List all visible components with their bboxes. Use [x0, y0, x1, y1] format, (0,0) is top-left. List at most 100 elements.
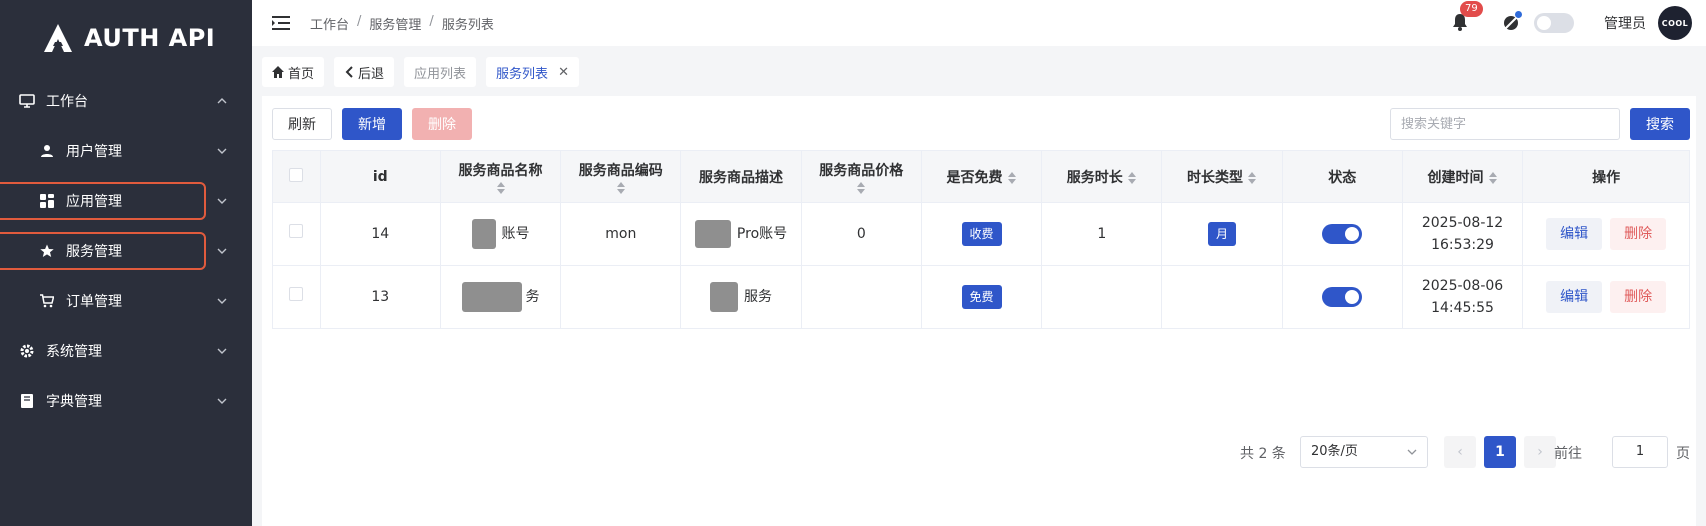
admin-name[interactable]: 管理员 — [1604, 13, 1646, 33]
notification-button[interactable]: 79 — [1452, 1, 1483, 33]
close-icon[interactable]: ✕ — [558, 65, 569, 80]
sidebar-item-apps[interactable]: 应用管理 — [0, 176, 252, 226]
status-switch[interactable] — [1322, 224, 1363, 244]
column-header: 服务商品描述 — [680, 150, 802, 203]
sort-icon[interactable] — [1007, 171, 1017, 184]
edit-button[interactable]: 编辑 — [1546, 218, 1603, 250]
column-header[interactable]: 创建时间 — [1401, 150, 1524, 203]
column-header[interactable]: 服务商品编码 — [560, 150, 682, 203]
redacted-block — [471, 219, 496, 249]
sort-icon[interactable] — [496, 181, 506, 194]
home-icon — [272, 66, 284, 78]
cell-price: 0 — [800, 202, 922, 266]
theme-toggle[interactable] — [1534, 13, 1574, 33]
delete-button[interactable]: 删除 — [1610, 281, 1667, 313]
tab-home[interactable]: 首页 — [262, 57, 325, 87]
next-page-button[interactable]: › — [1524, 436, 1556, 468]
table-row: 13 务 服务 免费 2025-08-06 14:45:55 编辑 删除 — [272, 265, 1690, 329]
chevron-down-icon — [1407, 449, 1417, 455]
cell-id: 13 — [319, 265, 441, 329]
tab-back[interactable]: 后退 — [334, 57, 395, 87]
sidebar-item-services[interactable]: 服务管理 — [0, 226, 252, 276]
cell-desc: Pro账号 — [680, 202, 802, 266]
sidebar-item-orders[interactable]: 订单管理 — [0, 276, 252, 326]
sort-icon[interactable] — [1127, 171, 1137, 184]
cell-id: 14 — [319, 202, 441, 266]
sidebar-item-workbench[interactable]: 工作台 — [0, 76, 252, 126]
column-header-label: 服务商品编码 — [578, 162, 663, 179]
row-checkbox[interactable] — [289, 287, 304, 301]
column-header[interactable]: 时长类型 — [1161, 150, 1283, 203]
column-header-label: 创建时间 — [1427, 169, 1484, 186]
cell-text: Pro账号 — [736, 226, 788, 242]
notification-mute-button[interactable] — [1502, 11, 1522, 32]
created-time: 16:53:29 — [1431, 237, 1494, 253]
goto-page-input[interactable]: 1 — [1612, 436, 1668, 468]
cell-code — [560, 265, 682, 329]
column-header: 操作 — [1522, 150, 1690, 203]
page-number-button[interactable]: 1 — [1484, 436, 1516, 468]
cell-desc: 服务 — [680, 265, 802, 329]
sort-icon[interactable] — [1247, 171, 1257, 184]
chevron-up-icon — [217, 98, 227, 104]
table-row: 14 账号 mon Pro账号 0 收费 1 月 2025-08-12 16:53… — [272, 202, 1690, 266]
breadcrumb-separator: / — [429, 13, 434, 29]
status-badge: 免费 — [961, 285, 1002, 309]
sidebar-item-label: 系统管理 — [46, 344, 102, 360]
chevron-down-icon — [217, 248, 227, 254]
select-all-cell — [272, 150, 321, 203]
sidebar: AUTH API 工作台 用户管理 应用管理 服务管理 订单管理 系统管理 字典… — [0, 0, 252, 526]
cell-status — [1281, 202, 1403, 266]
redacted-block — [461, 282, 522, 312]
breadcrumb: 工作台 / 服务管理 / 服务列表 — [310, 14, 494, 33]
tab-app-list[interactable]: 应用列表 — [404, 57, 477, 87]
book-icon — [18, 392, 36, 410]
cell-status — [1281, 265, 1403, 329]
pagination-total: 共 2 条 — [1240, 446, 1286, 462]
sort-icon[interactable] — [856, 181, 866, 194]
cell-actions: 编辑 删除 — [1522, 202, 1690, 266]
sidebar-item-users[interactable]: 用户管理 — [0, 126, 252, 176]
logo[interactable]: AUTH API — [0, 0, 252, 76]
created-date: 2025-08-06 — [1421, 278, 1504, 294]
page-suffix: 页 — [1676, 446, 1690, 462]
chevron-down-icon — [217, 198, 227, 204]
tab-service-list[interactable]: 服务列表 ✕ — [486, 57, 579, 87]
breadcrumb-item[interactable]: 服务管理 — [369, 14, 421, 33]
column-header[interactable]: 服务时长 — [1041, 150, 1163, 203]
cell-duration — [1041, 265, 1163, 329]
select-all-checkbox[interactable] — [289, 167, 304, 182]
prev-page-button[interactable]: ‹ — [1444, 436, 1476, 468]
breadcrumb-item[interactable]: 工作台 — [310, 14, 349, 33]
column-header[interactable]: 是否免费 — [920, 150, 1043, 203]
column-header[interactable]: 服务商品价格 — [800, 150, 922, 203]
column-header-label: 时长类型 — [1187, 169, 1244, 186]
bulk-delete-button[interactable]: 删除 — [412, 108, 472, 140]
sidebar-item-dictionary[interactable]: 字典管理 — [0, 376, 252, 426]
edit-button[interactable]: 编辑 — [1546, 281, 1603, 313]
page-size-select[interactable]: 20条/页 — [1300, 436, 1428, 468]
chevron-down-icon — [217, 398, 227, 404]
redacted-block — [694, 220, 731, 248]
column-header-label: 服务商品价格 — [819, 162, 904, 179]
search-input[interactable] — [1390, 108, 1620, 140]
logo-text: AUTH API — [84, 24, 216, 52]
avatar[interactable]: COOL — [1658, 6, 1692, 40]
search-button[interactable]: 搜索 — [1630, 108, 1690, 140]
cell-text: 账号 — [501, 226, 530, 242]
sort-icon[interactable] — [1488, 171, 1498, 184]
monitor-icon — [18, 92, 36, 110]
sort-icon[interactable] — [616, 181, 626, 194]
row-checkbox[interactable] — [289, 224, 304, 238]
column-header-label: 服务时长 — [1066, 169, 1123, 186]
chevron-down-icon — [217, 348, 227, 354]
tab-label: 应用列表 — [414, 66, 467, 82]
sidebar-item-system[interactable]: 系统管理 — [0, 326, 252, 376]
refresh-button[interactable]: 刷新 — [272, 108, 332, 140]
delete-button[interactable]: 删除 — [1610, 218, 1667, 250]
status-switch[interactable] — [1322, 287, 1363, 307]
column-header[interactable]: id — [319, 150, 441, 203]
menu-toggle-icon[interactable] — [272, 15, 290, 31]
add-button[interactable]: 新增 — [342, 108, 402, 140]
column-header[interactable]: 服务商品名称 — [439, 150, 562, 203]
